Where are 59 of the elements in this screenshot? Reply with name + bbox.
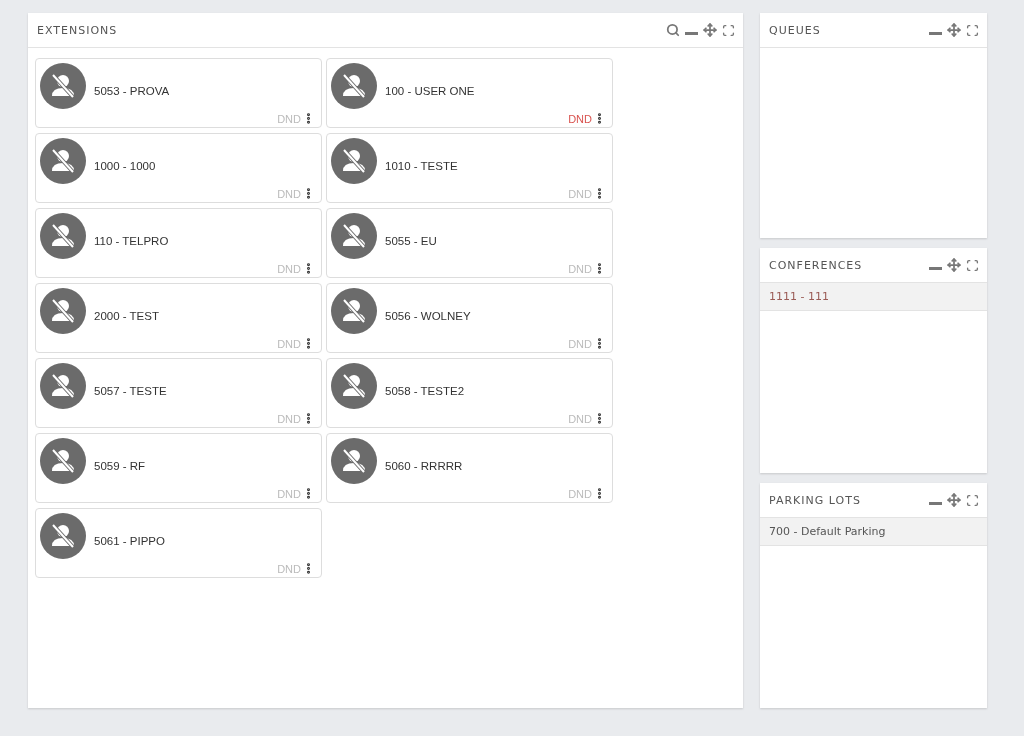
extension-name: 5060 - RRRRR <box>385 460 463 472</box>
extension-card[interactable]: 5060 - RRRRR DND <box>326 433 613 503</box>
extension-card[interactable]: 110 - TELPRO DND <box>35 208 322 278</box>
move-icon[interactable] <box>947 493 961 507</box>
minimize-icon[interactable] <box>929 31 942 35</box>
extension-card[interactable]: 1000 - 1000 DND <box>35 133 322 203</box>
dnd-label[interactable]: DND <box>568 112 592 125</box>
user-slash-icon <box>331 288 377 334</box>
extension-name: 5053 - PROVA <box>94 85 170 97</box>
extension-card[interactable]: 100 - USER ONE DND <box>326 58 613 128</box>
extension-card[interactable]: 5061 - PIPPO DND <box>35 508 322 578</box>
user-slash-icon <box>40 138 86 184</box>
fullscreen-icon[interactable] <box>722 23 735 37</box>
extension-name: 110 - TELPRO <box>94 235 169 247</box>
extension-card[interactable]: 5058 - TESTE2 DND <box>326 358 613 428</box>
user-slash-icon <box>40 438 86 484</box>
extension-card[interactable]: 1010 - TESTE DND <box>326 133 613 203</box>
panel-title: EXTENSIONS <box>37 23 118 37</box>
list-item[interactable]: 1111 - 111 <box>760 283 987 311</box>
move-icon[interactable] <box>947 258 961 272</box>
user-slash-icon <box>331 363 377 409</box>
minimize-icon[interactable] <box>685 31 698 35</box>
extension-name: 5059 - RF <box>94 460 146 472</box>
extension-card[interactable]: 5057 - TESTE DND <box>35 358 322 428</box>
extension-card[interactable]: 5053 - PROVA DND <box>35 58 322 128</box>
extension-name: 100 - USER ONE <box>385 85 475 97</box>
user-slash-icon <box>40 363 86 409</box>
panel-title: PARKING LOTS <box>769 493 861 507</box>
panel-title: CONFERENCES <box>769 258 863 272</box>
extension-card[interactable]: 2000 - TEST DND <box>35 283 322 353</box>
extension-name: 1000 - 1000 <box>94 160 156 172</box>
extension-card[interactable]: 5059 - RF DND <box>35 433 322 503</box>
move-icon[interactable] <box>947 23 961 37</box>
fullscreen-icon[interactable] <box>966 493 979 507</box>
fullscreen-icon[interactable] <box>966 23 979 37</box>
panel-title: QUEUES <box>769 23 821 37</box>
extension-name: 2000 - TEST <box>94 310 159 322</box>
extension-name: 5061 - PIPPO <box>94 535 165 547</box>
search-icon[interactable] <box>666 23 680 37</box>
extension-card[interactable]: 5055 - EU DND <box>326 208 613 278</box>
user-slash-icon <box>331 63 377 109</box>
user-slash-icon <box>40 63 86 109</box>
extension-name: 5057 - TESTE <box>94 385 167 397</box>
fullscreen-icon[interactable] <box>966 258 979 272</box>
user-slash-icon <box>40 213 86 259</box>
extension-name: 5055 - EU <box>385 235 437 247</box>
user-slash-icon <box>331 438 377 484</box>
extension-name: 1010 - TESTE <box>385 160 458 172</box>
move-icon[interactable] <box>703 23 717 37</box>
extension-name: 5058 - TESTE2 <box>385 385 465 397</box>
list-item[interactable]: 700 - Default Parking <box>760 518 987 546</box>
extension-card[interactable]: 5056 - WOLNEY DND <box>326 283 613 353</box>
minimize-icon[interactable] <box>929 501 942 505</box>
user-slash-icon <box>331 213 377 259</box>
user-slash-icon <box>40 288 86 334</box>
minimize-icon[interactable] <box>929 266 942 270</box>
extension-name: 5056 - WOLNEY <box>385 310 471 322</box>
user-slash-icon <box>40 513 86 559</box>
user-slash-icon <box>331 138 377 184</box>
